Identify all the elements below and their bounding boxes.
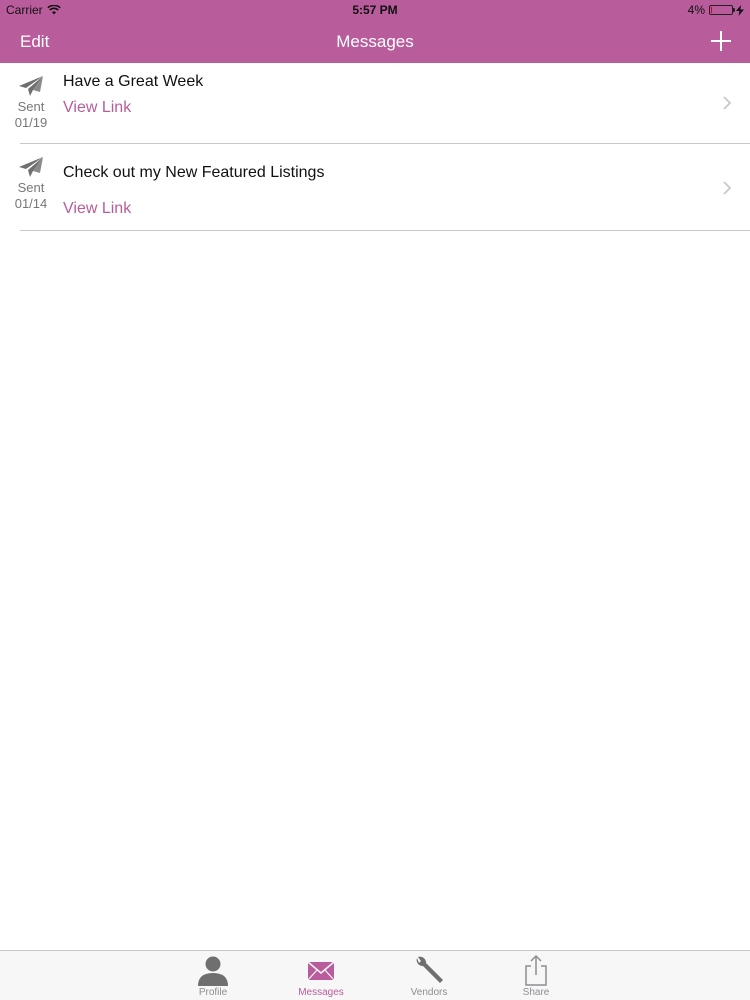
message-list: Sent 01/19 Have a Great Week View Link S…	[0, 63, 750, 231]
tab-label: Messages	[298, 987, 344, 998]
page-title: Messages	[336, 32, 414, 51]
tab-share[interactable]: Share	[496, 951, 576, 1000]
message-row[interactable]: Sent 01/19 Have a Great Week View Link	[0, 63, 750, 144]
tab-bar: Profile Messages Vendors Share	[0, 950, 750, 1000]
view-link[interactable]: View Link	[63, 99, 131, 117]
battery-percent: 4%	[687, 3, 705, 17]
tab-vendors[interactable]: Vendors	[389, 951, 469, 1000]
charging-bolt-icon	[736, 4, 744, 16]
status-bar: Carrier 5:57 PM 4%	[0, 0, 750, 22]
sent-status: Sent	[17, 180, 45, 195]
status-time: 5:57 PM	[352, 3, 398, 17]
tab-label: Vendors	[410, 987, 448, 998]
share-icon	[525, 954, 547, 986]
chevron-right-icon	[723, 96, 732, 110]
paper-plane-icon	[19, 76, 43, 96]
plus-icon[interactable]	[708, 28, 734, 54]
tab-label: Share	[522, 987, 550, 998]
message-row[interactable]: Sent 01/14 Check out my New Featured Lis…	[0, 144, 750, 231]
battery-level-fill	[711, 7, 712, 13]
battery-indicator: 4%	[688, 3, 744, 17]
message-title: Check out my New Featured Listings	[63, 164, 325, 181]
envelope-icon	[307, 961, 335, 981]
sent-date: 01/19	[14, 115, 48, 130]
navigation-bar: Edit Messages	[0, 22, 750, 63]
sent-info: Sent 01/14	[8, 156, 54, 212]
tab-label: Profile	[198, 987, 228, 998]
wrench-icon	[416, 956, 443, 983]
messages-screen: Carrier 5:57 PM 4% Edit Messages Sent 01…	[0, 0, 750, 1000]
tab-profile[interactable]: Profile	[173, 951, 253, 1000]
chevron-right-icon	[723, 181, 732, 195]
battery-icon	[709, 5, 735, 15]
sent-status: Sent	[17, 99, 45, 114]
sent-info: Sent 01/19	[8, 75, 54, 131]
view-link[interactable]: View Link	[63, 200, 131, 218]
paper-plane-icon	[19, 157, 43, 177]
sent-date: 01/14	[14, 196, 48, 211]
row-divider	[20, 230, 750, 231]
person-icon	[198, 956, 228, 986]
message-title: Have a Great Week	[63, 73, 204, 90]
tab-messages[interactable]: Messages	[281, 951, 361, 1000]
